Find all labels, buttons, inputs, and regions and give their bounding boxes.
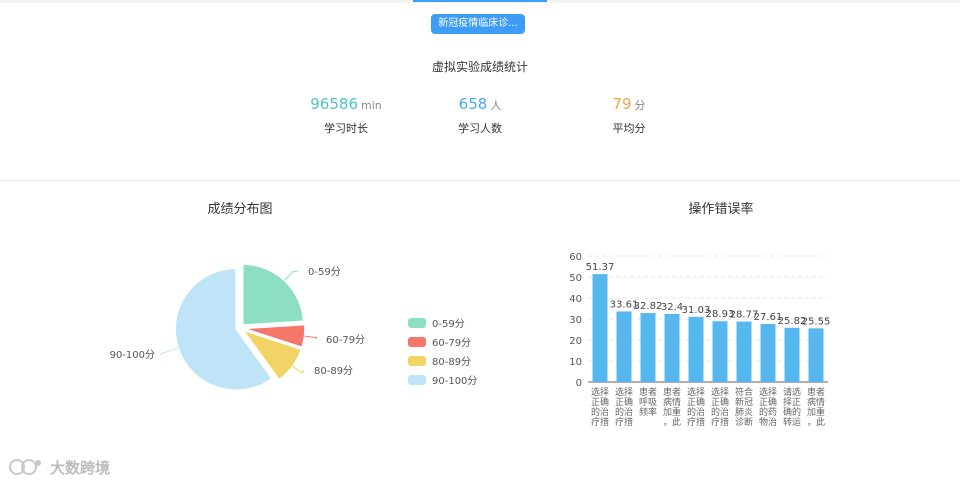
stat-study-time-value: 96586 [310, 95, 358, 113]
watermark-logo-icon [9, 459, 41, 475]
x-category-label: 选择正确的治疗措 [687, 386, 705, 428]
x-category-label: 患者病情加重，此 [807, 386, 825, 428]
watermark-text: 大数跨境 [50, 458, 111, 477]
bar[interactable] [808, 328, 824, 382]
stat-study-time: 96586 min 学习时长 [276, 94, 416, 136]
bar-value-label: 32.82 [634, 301, 663, 312]
section-divider [0, 180, 960, 181]
x-category-label: 患者呼吸频率 [639, 386, 657, 418]
y-tick-label: 0 [576, 378, 582, 389]
x-category-label: 选择正确的治疗措 [615, 386, 633, 428]
legend-swatch[interactable] [408, 318, 426, 328]
score-distribution-pie-chart: 0-59分 0-59分 60-79分 60-79分 80-89分 80-89分 90-100… [110, 263, 477, 391]
bar[interactable] [592, 274, 608, 382]
pie-slice-label: 60-79分 [326, 334, 365, 346]
x-category-label: 选择正确的治疗措 [591, 386, 609, 428]
x-category-label: 请选择正确的转运 [783, 386, 801, 428]
x-category-label: 选择正确的治疗措 [711, 386, 729, 428]
stat-learner-count-unit: 人 [490, 99, 502, 112]
bar[interactable] [712, 321, 728, 382]
y-tick-label: 60 [569, 252, 582, 263]
bar[interactable] [736, 321, 752, 382]
bar[interactable] [760, 324, 776, 382]
bar[interactable] [640, 313, 656, 382]
legend-label[interactable]: 0-59分 [432, 318, 465, 330]
pie-slice-label: 0-59分 [308, 266, 341, 278]
legend-label[interactable]: 90-100分 [432, 375, 477, 387]
x-category-label: 符合新冠肺炎诊断 [735, 386, 753, 428]
x-category-label: 患者病情加重，此 [663, 386, 681, 428]
pie-slice[interactable] [241, 263, 305, 326]
stat-learner-count: 658 人 学习人数 [410, 94, 550, 136]
pie-slice-label: 90-100分 [110, 349, 155, 361]
legend-swatch[interactable] [408, 375, 426, 385]
bar[interactable] [664, 313, 680, 382]
pie-leader-line [292, 365, 305, 375]
bar-value-label: 32.4 [661, 302, 683, 313]
bar[interactable] [688, 316, 704, 382]
y-tick-label: 10 [569, 357, 582, 368]
x-category-label: 选择正确的药物治 [759, 386, 777, 428]
y-tick-label: 40 [569, 294, 582, 305]
stat-average-score-unit: 分 [634, 99, 646, 112]
stats-title: 虚拟实验成绩统计 [431, 60, 528, 74]
bar[interactable] [784, 327, 800, 382]
y-tick-label: 20 [569, 336, 582, 347]
pie-slice-label: 80-89分 [314, 365, 353, 377]
legend-label[interactable]: 80-89分 [432, 356, 471, 368]
stat-average-score-label: 平均分 [612, 122, 646, 135]
bar-value-label: 25.55 [802, 316, 831, 327]
y-tick-label: 30 [569, 315, 582, 326]
active-tab-indicator [413, 0, 547, 2]
legend-swatch[interactable] [408, 337, 426, 347]
pie-chart-title: 成绩分布图 [207, 202, 273, 217]
bar-value-label: 51.37 [586, 262, 615, 273]
legend-swatch[interactable] [408, 356, 426, 366]
stat-learner-count-label: 学习人数 [458, 122, 502, 135]
stat-study-time-unit: min [360, 99, 382, 112]
pie-leader-line [159, 347, 179, 355]
stat-learner-count-value: 658 [458, 95, 488, 113]
stat-average-score-value: 79 [612, 95, 632, 113]
y-tick-label: 50 [569, 273, 582, 284]
pie-leader-line [304, 335, 318, 340]
bar-chart-title: 操作错误率 [688, 202, 754, 217]
pie-leader-line [284, 270, 299, 281]
experiment-tab-button[interactable]: 新冠疫情临床诊... [431, 14, 525, 34]
watermark: 大数跨境 [8, 455, 110, 479]
stat-average-score: 79 分 平均分 [559, 94, 699, 136]
bar[interactable] [616, 311, 632, 382]
error-rate-bar-chart: 010203040506051.37选择正确的治疗措33.61选择正确的治疗措3… [569, 252, 831, 428]
stat-study-time-label: 学习时长 [324, 122, 368, 135]
legend-label[interactable]: 60-79分 [432, 337, 471, 349]
